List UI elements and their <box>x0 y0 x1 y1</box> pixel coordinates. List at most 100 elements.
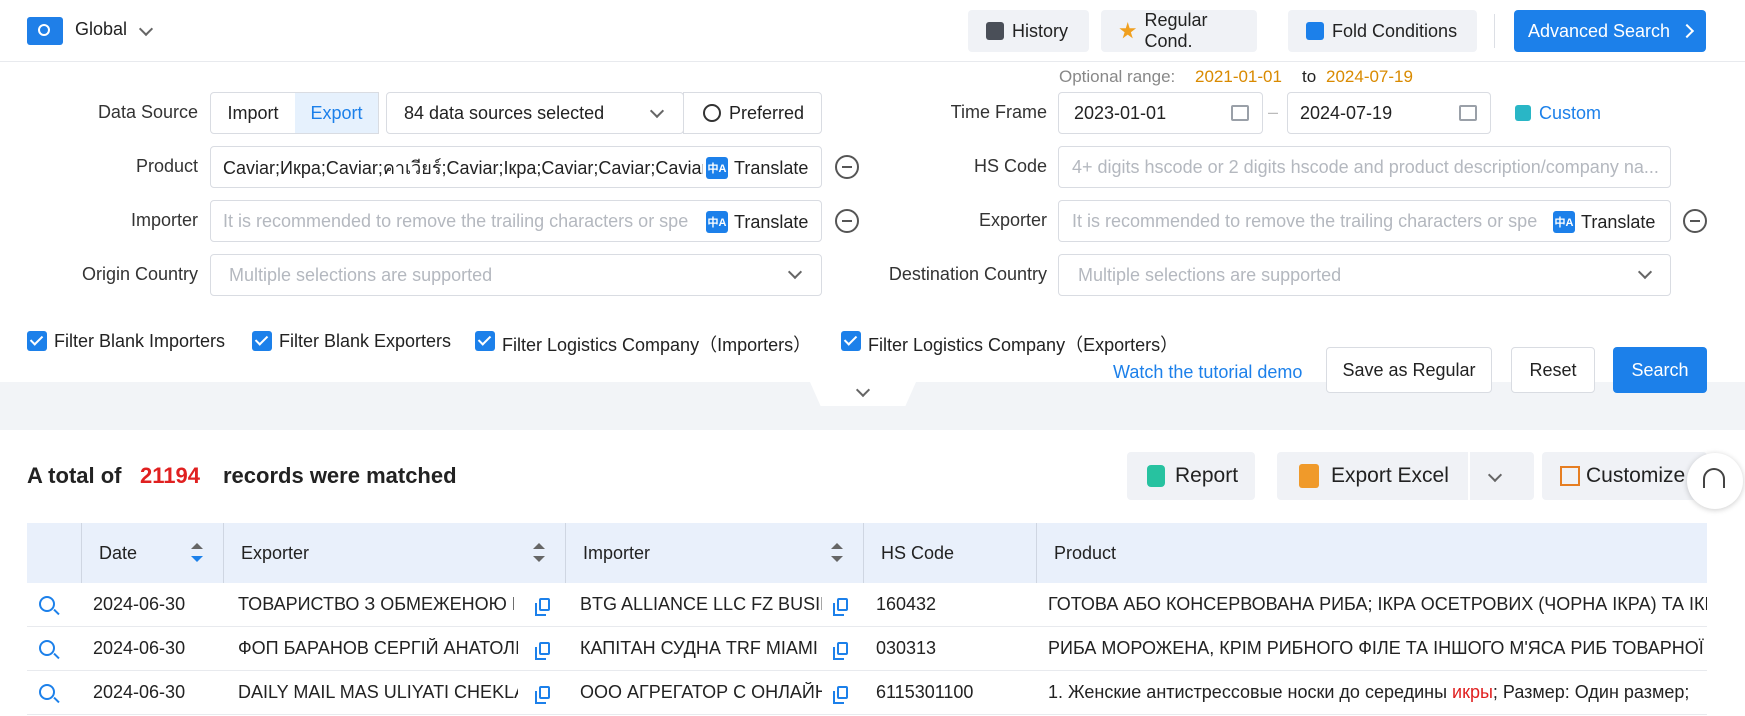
sort-up-icon[interactable] <box>831 543 843 549</box>
regular-cond-button[interactable]: Regular Cond. <box>1101 10 1257 52</box>
exporter-label: Exporter <box>978 210 1047 230</box>
origin-country-label: Origin Country <box>81 264 198 284</box>
column-header-exporter[interactable]: Exporter <box>241 523 309 583</box>
customize-button[interactable]: Customize <box>1542 452 1707 500</box>
column-header-product[interactable]: Product <box>1054 523 1116 583</box>
filter-logistics-importers-checkbox[interactable] <box>475 331 495 351</box>
row-search-icon[interactable] <box>39 640 55 656</box>
data-sources-select[interactable]: 84 data sources selected <box>386 92 684 134</box>
sort-down-icon[interactable] <box>191 556 203 562</box>
calendar-icon[interactable] <box>1231 105 1249 121</box>
translate-icon: 中A <box>706 157 728 179</box>
report-label: Report <box>1175 464 1239 487</box>
destination-country-select[interactable]: Multiple selections are supported <box>1058 254 1671 296</box>
time-frame-label: Time Frame <box>950 102 1047 122</box>
filter-blank-importers-label[interactable]: Filter Blank Importers <box>54 331 225 352</box>
cell-date: 2024-06-30 <box>93 682 186 702</box>
report-button[interactable]: Report <box>1127 452 1255 500</box>
custom-icon[interactable] <box>1515 105 1531 121</box>
search-preview-icon[interactable] <box>1683 209 1707 233</box>
sort-down-icon[interactable] <box>831 556 843 562</box>
column-divider <box>863 523 864 583</box>
cell-product: РИБА МОРОЖЕНА, КРІМ РИБНОГО ФІЛЕ ТА ІНШО… <box>1048 638 1707 659</box>
import-toggle[interactable]: Import <box>210 92 296 134</box>
fold-conditions-button[interactable]: Fold Conditions <box>1288 10 1477 52</box>
translate-icon: 中A <box>1553 211 1575 233</box>
destination-placeholder: Multiple selections are supported <box>1078 264 1342 285</box>
divider <box>1494 14 1495 48</box>
tutorial-link[interactable]: Watch the tutorial demo <box>1113 362 1302 383</box>
hs-code-input[interactable]: 4+ digits hscode or 2 digits hscode and … <box>1058 146 1671 188</box>
product-value: Caviar;Икра;Caviar;คาเวียร์;Caviar;Ікра;… <box>223 157 703 178</box>
fold-icon <box>1306 22 1324 40</box>
star-icon <box>1119 22 1137 39</box>
column-divider <box>81 523 82 583</box>
custom-link[interactable]: Custom <box>1539 103 1601 124</box>
preferred-button[interactable]: Preferred <box>683 92 822 134</box>
customize-icon <box>1560 466 1580 486</box>
copy-icon[interactable] <box>535 642 550 660</box>
column-header-date[interactable]: Date <box>99 523 137 583</box>
filter-logistics-exporters-checkbox[interactable] <box>841 331 861 351</box>
translate-button[interactable]: 中A Translate <box>706 155 817 181</box>
scope-label[interactable]: Global <box>75 19 127 40</box>
row-search-icon[interactable] <box>39 684 55 700</box>
date-to-value: 2024-07-19 <box>1300 102 1393 123</box>
filter-logistics-importers-label[interactable]: Filter Logistics Company（Importers） <box>502 331 811 357</box>
filter-blank-exporters-label[interactable]: Filter Blank Exporters <box>279 331 451 352</box>
cell-importer: BTG ALLIANCE LLC FZ BUSIN <box>580 594 822 614</box>
copy-icon[interactable] <box>535 598 550 616</box>
importer-label: Importer <box>130 210 198 230</box>
range-to-word: to <box>1302 67 1317 86</box>
column-header-hs-code[interactable]: HS Code <box>881 523 954 583</box>
search-preview-icon[interactable] <box>835 155 859 179</box>
support-button[interactable] <box>1687 453 1743 509</box>
filter-logistics-exporters-label[interactable]: Filter Logistics Company（Exporters） <box>868 331 1178 357</box>
reset-button[interactable]: Reset <box>1511 347 1595 393</box>
copy-icon[interactable] <box>833 598 848 616</box>
copy-icon[interactable] <box>535 686 550 704</box>
filter-blank-importers-checkbox[interactable] <box>27 331 47 351</box>
results-prefix: A total of <box>27 463 122 488</box>
cell-exporter: ТОВАРИСТВО З ОБМЕЖЕНОЮ ВІ <box>238 594 514 614</box>
sort-up-icon[interactable] <box>533 543 545 549</box>
optional-range-label: Optional range: <box>1059 67 1176 86</box>
copy-icon[interactable] <box>833 686 848 704</box>
importer-placeholder: It is recommended to remove the trailing… <box>223 210 689 231</box>
column-divider <box>1036 523 1037 583</box>
cell-hs-code: 030313 <box>876 638 937 658</box>
export-excel-button[interactable]: Export Excel <box>1277 452 1468 500</box>
search-preview-icon[interactable] <box>835 209 859 233</box>
cell-date: 2024-06-30 <box>93 594 186 614</box>
top-bar: Global History Regular Cond. Fold Condit… <box>0 0 1745 62</box>
export-toggle[interactable]: Export <box>295 92 379 134</box>
export-options-button[interactable] <box>1470 452 1534 500</box>
chevron-down-icon[interactable] <box>138 21 154 37</box>
cell-product: ГОТОВА АБО КОНСЕРВОВАНА РИБА; ІКРА ОСЕТР… <box>1048 594 1707 615</box>
excel-icon <box>1299 464 1319 488</box>
copy-icon[interactable] <box>833 642 848 660</box>
history-icon <box>986 22 1004 40</box>
globe-icon[interactable] <box>27 17 63 45</box>
column-header-importer[interactable]: Importer <box>583 523 650 583</box>
cell-hs-code: 160432 <box>876 594 937 614</box>
history-label: History <box>1012 20 1069 41</box>
translate-button[interactable]: 中A Translate <box>706 209 817 235</box>
filter-blank-exporters-checkbox[interactable] <box>252 331 272 351</box>
save-as-regular-button[interactable]: Save as Regular <box>1326 347 1492 393</box>
cell-hs-code: 6115301100 <box>876 682 974 702</box>
sort-up-icon[interactable] <box>191 543 203 549</box>
range-to: 2024-07-19 <box>1326 67 1413 86</box>
column-divider <box>565 523 566 583</box>
product-text: ; Размер: Один размер; <box>1492 682 1690 702</box>
origin-country-select[interactable]: Multiple selections are supported <box>210 254 822 296</box>
results-count: 21194 <box>140 463 200 488</box>
search-button[interactable]: Search <box>1613 347 1707 393</box>
history-button[interactable]: History <box>968 10 1089 52</box>
translate-button[interactable]: 中A Translate <box>1553 209 1664 235</box>
sort-down-icon[interactable] <box>533 556 545 562</box>
product-text: 1. Женские антистрессовые носки до серед… <box>1048 682 1453 702</box>
advanced-search-button[interactable]: Advanced Search <box>1514 10 1706 52</box>
calendar-icon[interactable] <box>1459 105 1477 121</box>
row-search-icon[interactable] <box>39 596 55 612</box>
